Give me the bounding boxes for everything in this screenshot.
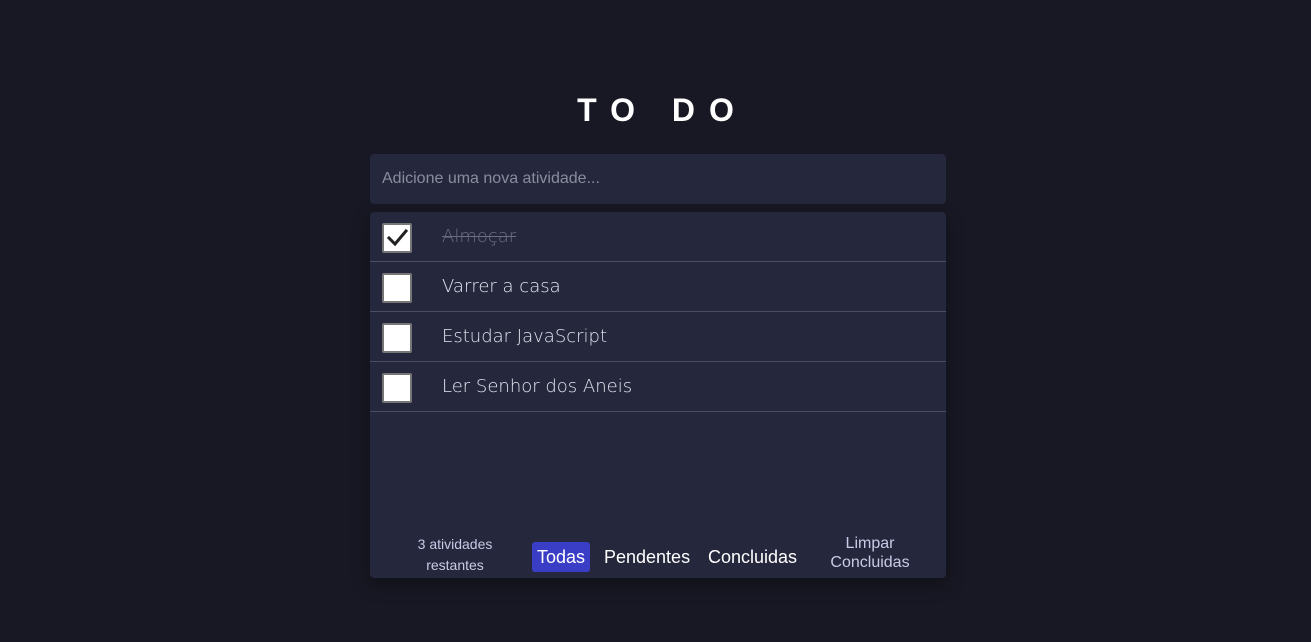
todo-item: Varrer a casa <box>370 262 946 312</box>
items-left-line2: restantes <box>426 557 484 573</box>
todo-list: Almoçar Varrer a casa Estudar JavaScript… <box>370 212 946 412</box>
todo-checkbox[interactable] <box>382 323 412 353</box>
checkmark-icon <box>386 228 408 247</box>
todo-item: Almoçar <box>370 212 946 262</box>
clear-completed-line1: Limpar <box>845 535 895 552</box>
page-title: TO DO <box>577 92 748 128</box>
todo-text[interactable]: Ler Senhor dos Aneis <box>442 376 632 398</box>
todo-checkbox[interactable] <box>382 373 412 403</box>
todo-checkbox[interactable] <box>382 223 412 253</box>
todo-text[interactable]: Almoçar <box>442 226 516 248</box>
new-todo-input[interactable] <box>370 154 946 204</box>
todo-footer: 3 atividades restantes Todas Pendentes C… <box>370 524 946 573</box>
todo-list-card: Almoçar Varrer a casa Estudar JavaScript… <box>370 212 946 578</box>
clear-completed-line2: Concluidas <box>830 554 910 571</box>
todo-item: Estudar JavaScript <box>370 312 946 362</box>
todo-item: Ler Senhor dos Aneis <box>370 362 946 412</box>
todo-checkbox[interactable] <box>382 273 412 303</box>
filter-completed-button[interactable]: Concluidas <box>703 542 802 572</box>
items-left-count: 3 atividades restantes <box>400 534 510 576</box>
filter-all-button[interactable]: Todas <box>532 542 591 572</box>
clear-completed-button[interactable]: Limpar Concluidas <box>820 534 920 572</box>
todo-text[interactable]: Varrer a casa <box>442 276 561 298</box>
items-left-line1: 3 atividades <box>417 536 493 552</box>
filter-pending-button[interactable]: Pendentes <box>599 542 695 572</box>
todo-text[interactable]: Estudar JavaScript <box>442 326 607 348</box>
